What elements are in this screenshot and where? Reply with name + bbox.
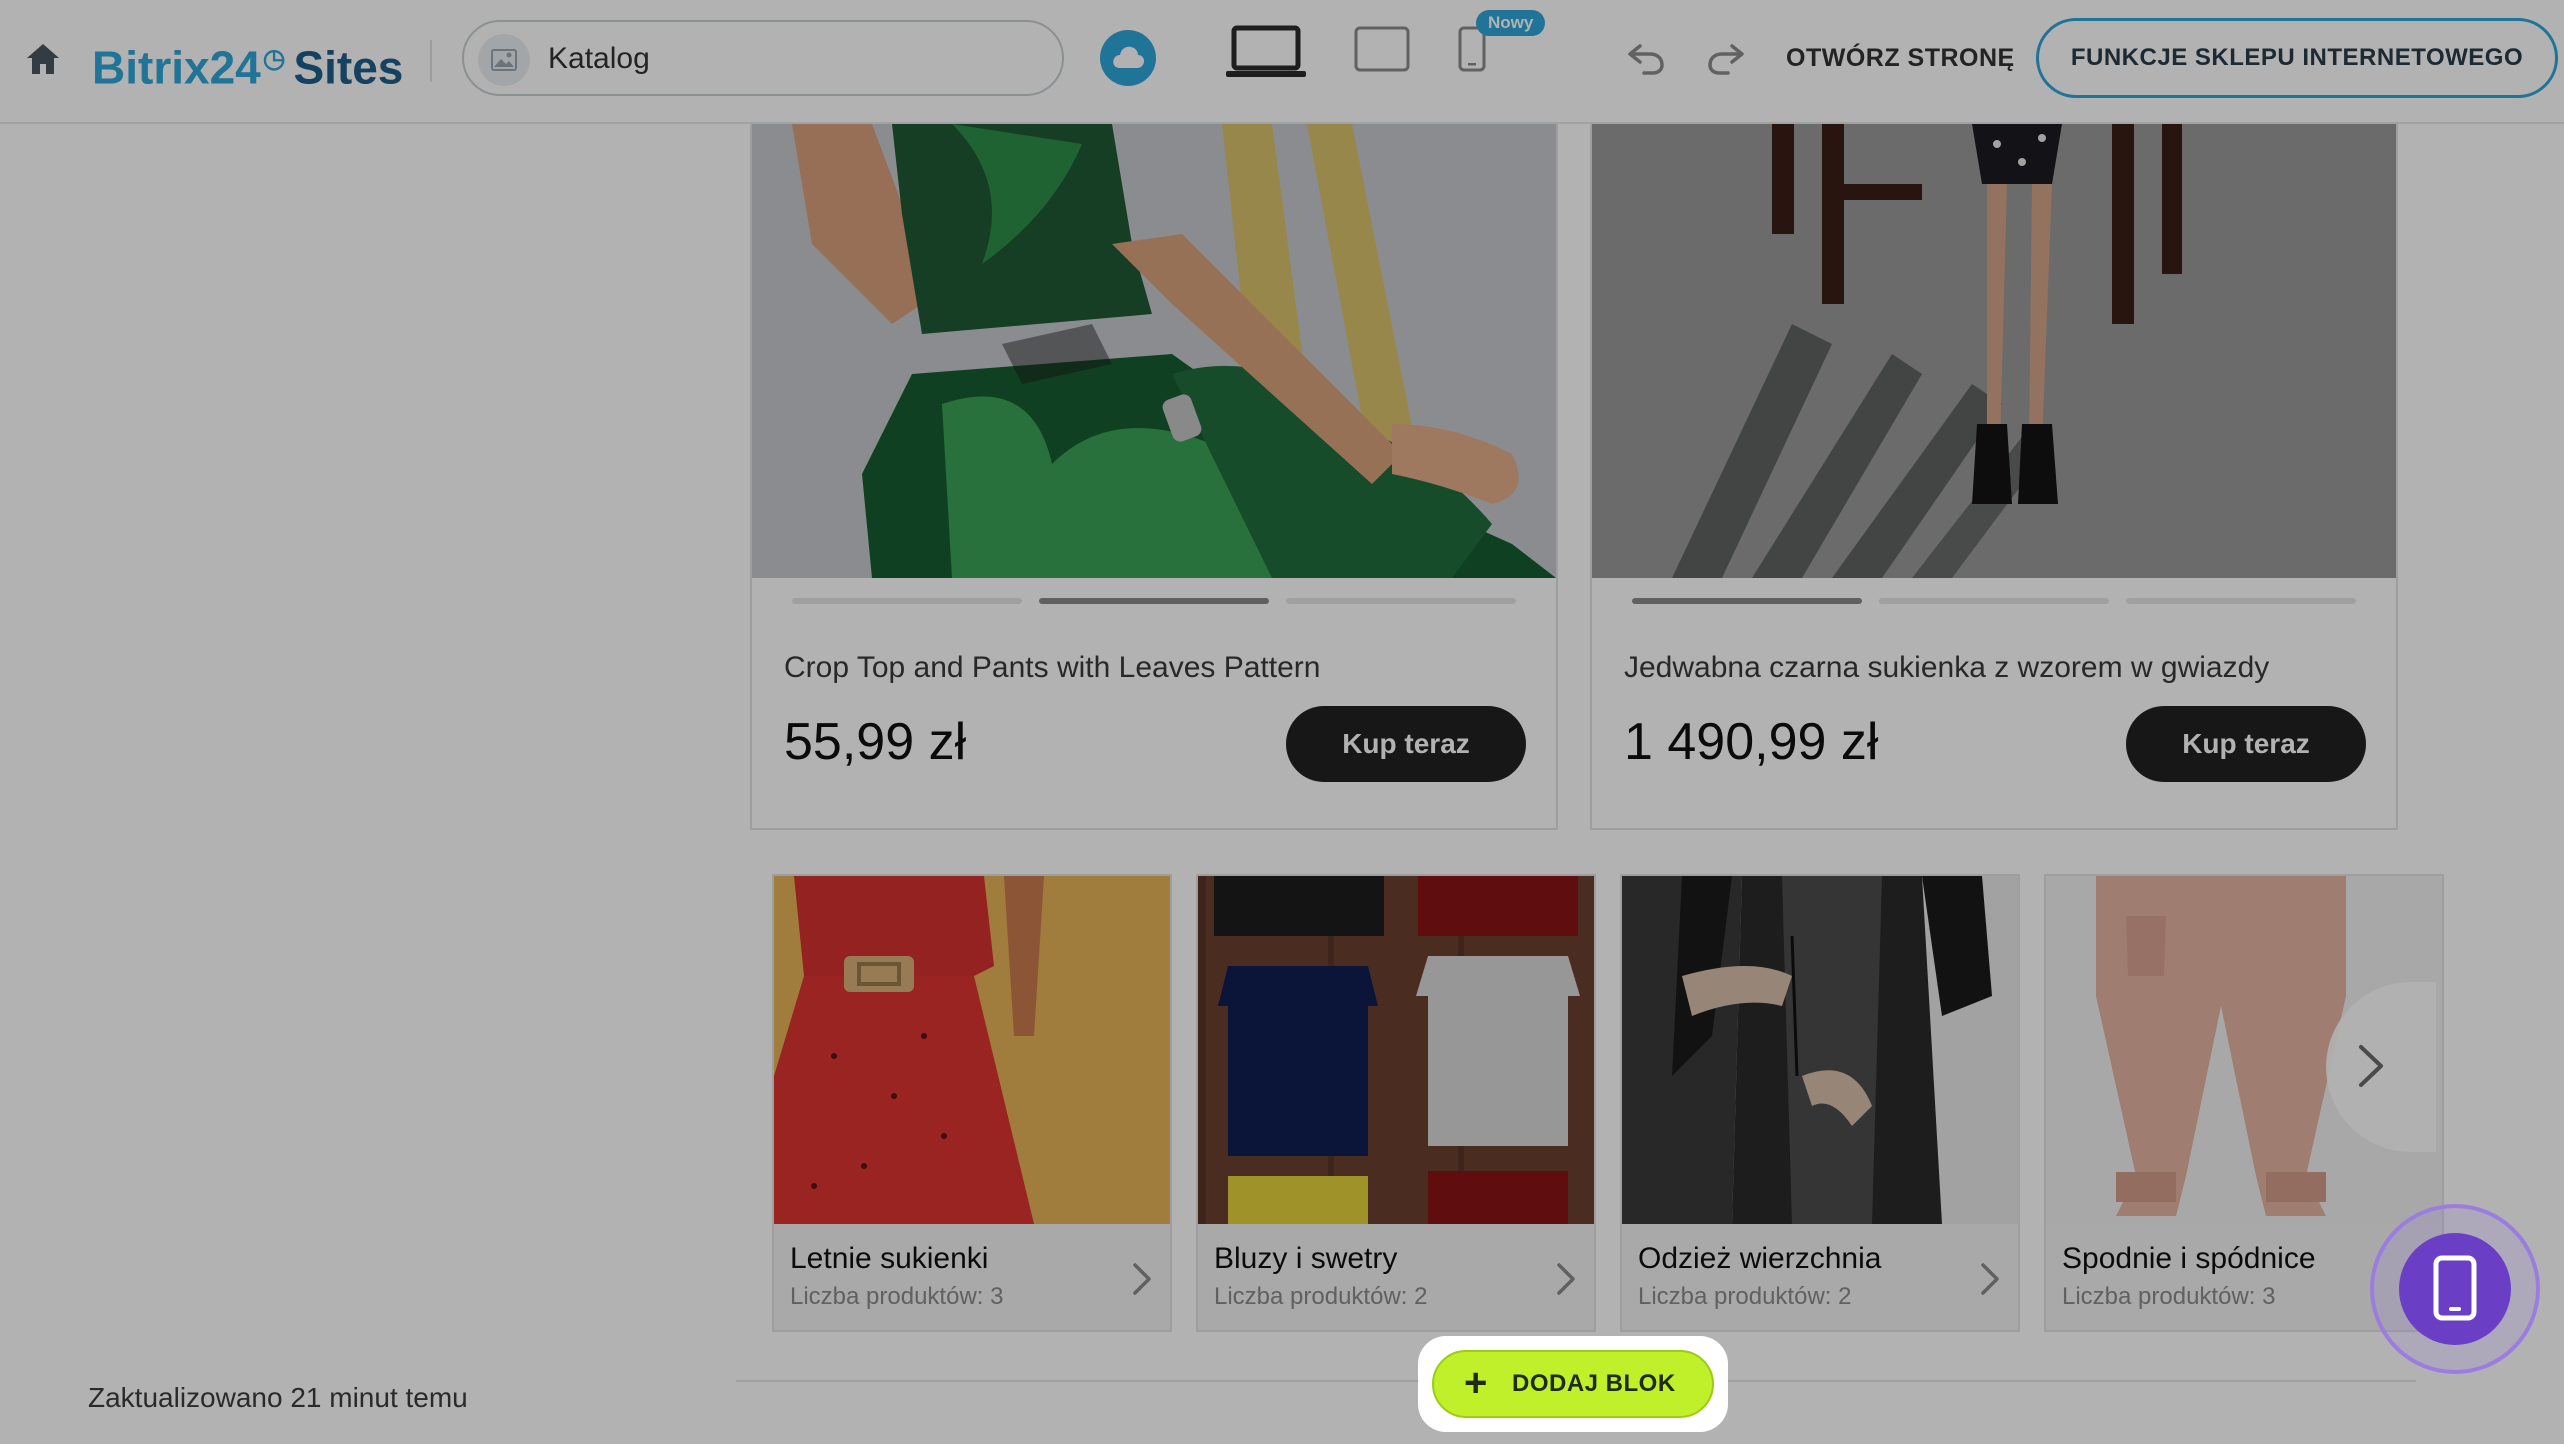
onboarding-overlay (0, 0, 2564, 1444)
add-block-button[interactable]: + DODAJ BLOK (1432, 1350, 1714, 1418)
mobile-preview-highlight (2370, 1204, 2540, 1374)
mobile-preview-button[interactable] (2399, 1233, 2511, 1345)
mobile-phone-icon (2433, 1255, 2477, 1321)
plus-icon: + (1464, 1361, 1488, 1405)
last-updated-status: Zaktualizowano 21 minut temu (88, 1382, 468, 1413)
add-block-label: DODAJ BLOK (1512, 1370, 1676, 1397)
add-block-highlight: + DODAJ BLOK (1418, 1336, 1728, 1432)
